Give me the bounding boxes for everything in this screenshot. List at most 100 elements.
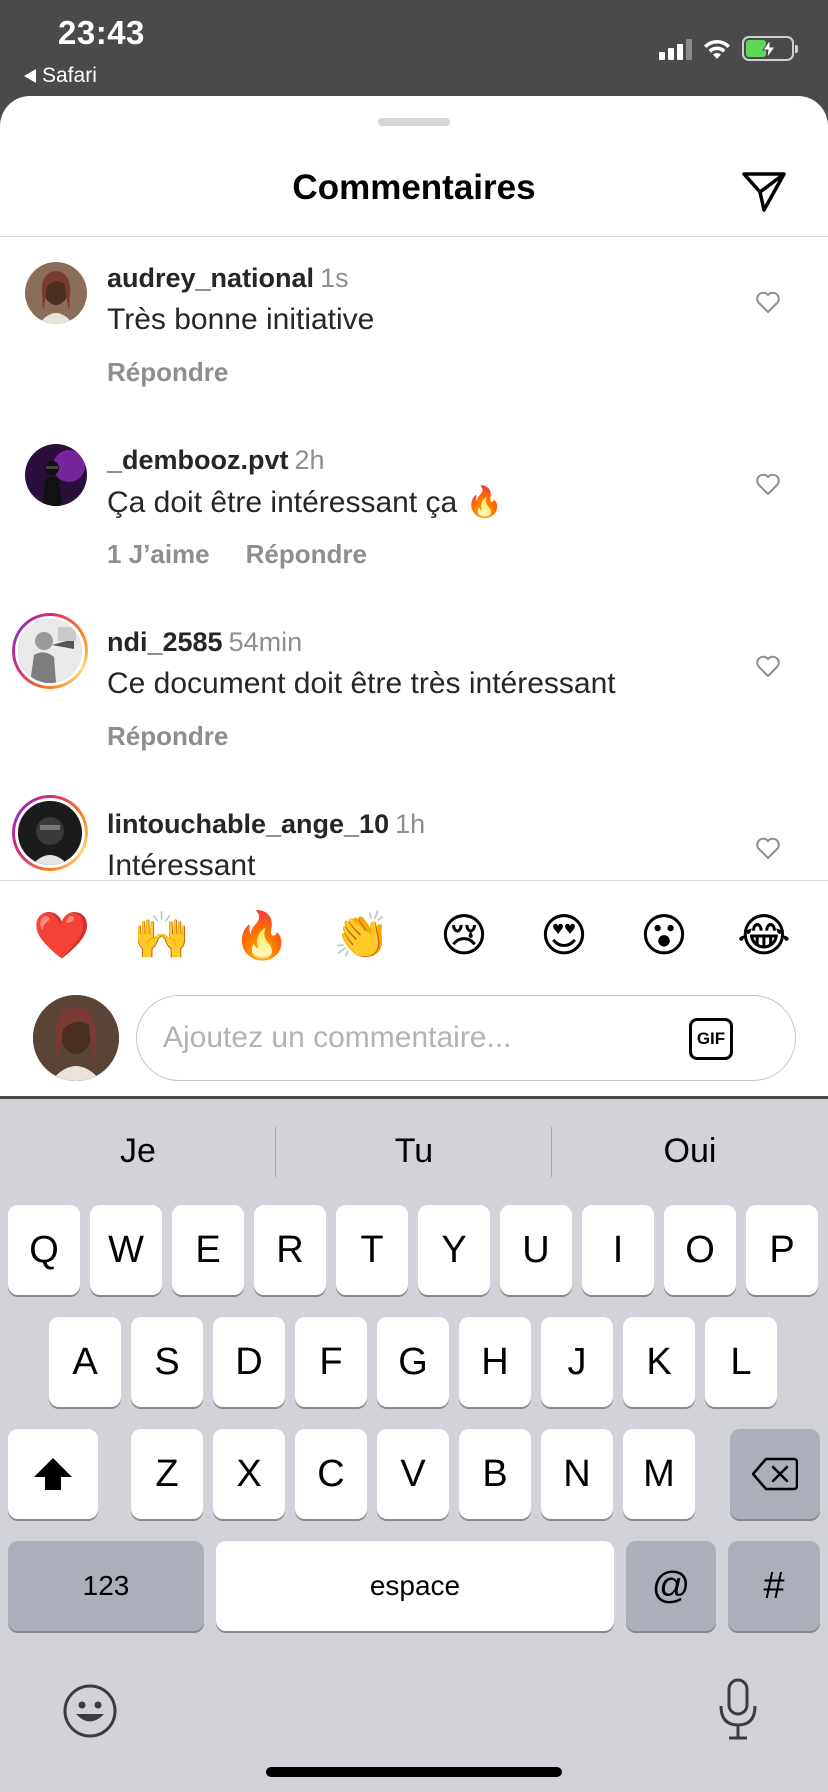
shift-arrow-icon [34, 1458, 72, 1490]
comment-actions: Répondre [107, 721, 228, 752]
reply-button[interactable]: Répondre [107, 357, 228, 388]
key-e[interactable]: E [172, 1205, 244, 1295]
comment-username[interactable]: lintouchable_ange_10 [107, 809, 389, 839]
key-l[interactable]: L [705, 1317, 777, 1407]
suggestion-item[interactable]: Oui [552, 1099, 828, 1203]
key-s[interactable]: S [131, 1317, 203, 1407]
space-key[interactable]: espace [216, 1541, 614, 1631]
keyboard: Je Tu Oui Q W E R T Y U I O P A S D F G … [0, 1099, 828, 1792]
emoji-crying-button[interactable]: 😢 [424, 890, 504, 980]
battery-icon [742, 36, 798, 61]
key-h[interactable]: H [459, 1317, 531, 1407]
hash-key[interactable]: # [728, 1541, 820, 1631]
heart-icon[interactable] [755, 653, 781, 679]
suggestion-item[interactable]: Tu [276, 1099, 552, 1203]
heart-icon[interactable] [755, 471, 781, 497]
comment-actions: Répondre [107, 357, 228, 388]
backspace-key[interactable] [730, 1429, 820, 1519]
comment-input[interactable] [163, 996, 683, 1080]
key-o[interactable]: O [664, 1205, 736, 1295]
home-indicator[interactable] [266, 1767, 562, 1777]
heart-icon[interactable] [755, 835, 781, 861]
reply-button[interactable]: Répondre [107, 721, 228, 752]
comment-item: ndi_2585 54min Ce document doit être très… [0, 601, 828, 783]
heart-icon[interactable] [755, 289, 781, 315]
key-n[interactable]: N [541, 1429, 613, 1519]
reply-button[interactable]: Répondre [246, 539, 367, 570]
back-to-app-link[interactable]: Safari [24, 64, 97, 88]
emoji-bar-divider [0, 880, 828, 881]
predictive-bar: Je Tu Oui [0, 1099, 828, 1203]
key-f[interactable]: F [295, 1317, 367, 1407]
gif-button[interactable]: GIF [689, 1018, 733, 1060]
comment-time: 54min [228, 627, 303, 657]
backspace-icon [752, 1457, 798, 1491]
key-u[interactable]: U [500, 1205, 572, 1295]
cellular-signal-icon [659, 38, 692, 60]
comment-header: lintouchable_ange_10 1h [107, 809, 425, 840]
key-x[interactable]: X [213, 1429, 285, 1519]
key-v[interactable]: V [377, 1429, 449, 1519]
status-icons [659, 36, 798, 61]
key-d[interactable]: D [213, 1317, 285, 1407]
suggestion-item[interactable]: Je [0, 1099, 276, 1203]
key-m[interactable]: M [623, 1429, 695, 1519]
comment-input-box: GIF [136, 995, 796, 1081]
emoji-surprised-button[interactable]: 😮 [624, 890, 704, 980]
key-t[interactable]: T [336, 1205, 408, 1295]
emoji-heart-eyes-button[interactable]: 😍 [524, 890, 604, 980]
key-k[interactable]: K [623, 1317, 695, 1407]
emoji-clapping-button[interactable]: 👏 [322, 890, 402, 980]
comments-list[interactable]: audrey_national 1s Très bonne initiative … [0, 237, 828, 877]
key-a[interactable]: A [49, 1317, 121, 1407]
key-j[interactable]: J [541, 1317, 613, 1407]
avatar[interactable] [25, 444, 87, 506]
key-b[interactable]: B [459, 1429, 531, 1519]
comment-text: Très bonne initiative [107, 303, 375, 336]
comment-actions: 1 J’aime Répondre [107, 539, 367, 570]
emoji-joy-button[interactable]: 😂 [724, 890, 804, 980]
comment-time: 1h [395, 809, 426, 839]
emoji-raising-hands-button[interactable]: 🙌 [122, 890, 202, 980]
key-r[interactable]: R [254, 1205, 326, 1295]
microphone-icon[interactable] [716, 1678, 760, 1742]
wifi-icon [704, 39, 730, 59]
paper-plane-icon[interactable] [740, 168, 788, 216]
key-g[interactable]: G [377, 1317, 449, 1407]
comment-header: ndi_2585 54min [107, 627, 302, 658]
key-q[interactable]: Q [8, 1205, 80, 1295]
likes-count[interactable]: 1 J’aime [107, 539, 210, 570]
key-i[interactable]: I [582, 1205, 654, 1295]
key-p[interactable]: P [746, 1205, 818, 1295]
comment-item: audrey_national 1s Très bonne initiative … [0, 237, 828, 419]
emoji-fire-button[interactable]: 🔥 [222, 890, 302, 980]
comment-text: Ça doit être intéressant ça 🔥 [107, 486, 503, 519]
comment-text: Ce document doit être très intéressant [107, 667, 616, 700]
sheet-grabber[interactable] [378, 118, 450, 126]
avatar[interactable] [25, 262, 87, 324]
comment-text: Intéressant [107, 849, 256, 877]
key-c[interactable]: C [295, 1429, 367, 1519]
numbers-key[interactable]: 123 [8, 1541, 204, 1631]
avatar-story-ring[interactable] [12, 613, 88, 689]
emoji-keyboard-icon[interactable] [62, 1683, 118, 1739]
avatar-story-ring[interactable] [12, 795, 88, 871]
back-app-label: Safari [42, 64, 97, 87]
comment-username[interactable]: ndi_2585 [107, 627, 223, 657]
comment-item: lintouchable_ange_10 1h Intéressant [0, 783, 828, 877]
key-y[interactable]: Y [418, 1205, 490, 1295]
comment-header: audrey_national 1s [107, 263, 349, 294]
at-key[interactable]: @ [626, 1541, 716, 1631]
current-user-avatar [33, 995, 119, 1081]
shift-key[interactable] [8, 1429, 98, 1519]
status-time: 23:43 [58, 14, 145, 51]
emoji-heart-button[interactable]: ❤️ [22, 890, 102, 980]
comment-time: 1s [320, 263, 349, 293]
comment-username[interactable]: audrey_national [107, 263, 314, 293]
comment-username[interactable]: _dembooz.pvt [107, 445, 289, 475]
status-bar: 23:43 Safari [0, 0, 828, 96]
sheet-title: Commentaires [292, 168, 536, 207]
key-z[interactable]: Z [131, 1429, 203, 1519]
comment-header: _dembooz.pvt 2h [107, 445, 325, 476]
key-w[interactable]: W [90, 1205, 162, 1295]
